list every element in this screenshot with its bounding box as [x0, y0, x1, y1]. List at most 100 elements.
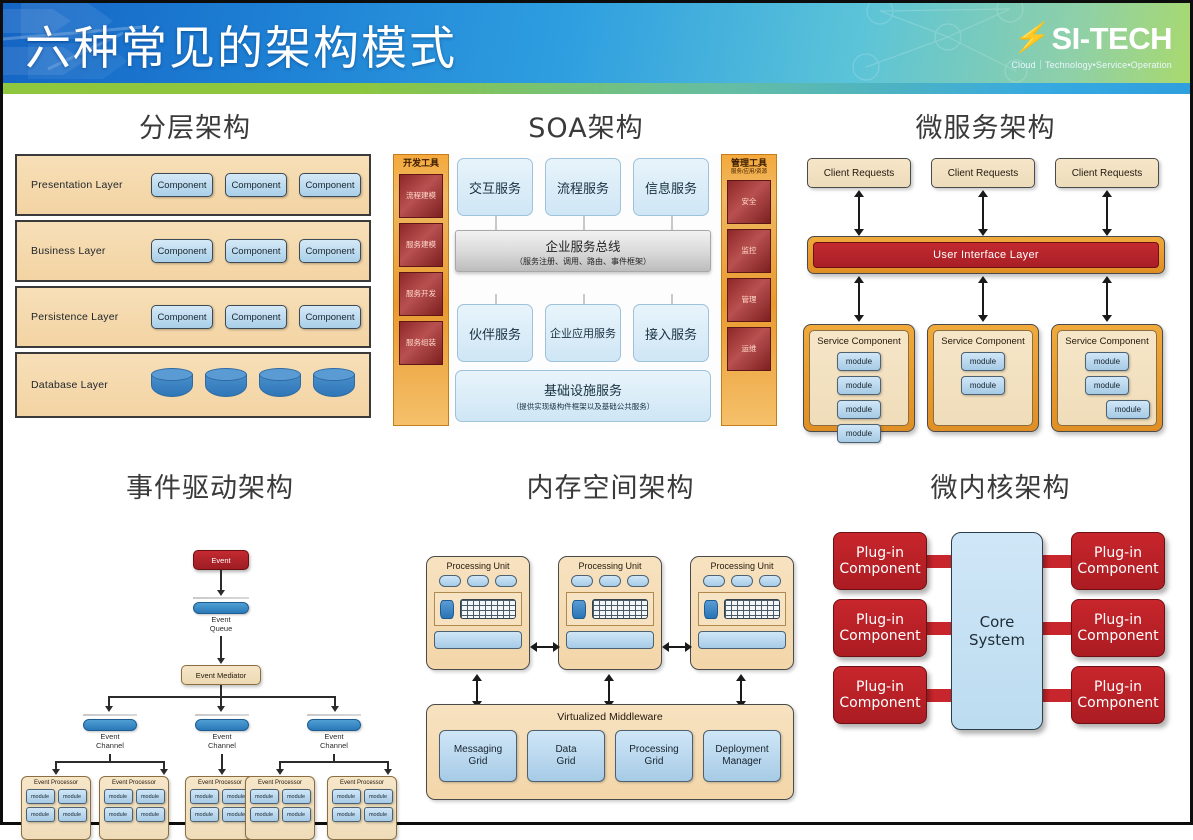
service-component[interactable]: Service Component module module [927, 324, 1039, 432]
module-box[interactable]: module [189, 789, 219, 804]
soa-dev-tool-item[interactable]: 服务组装 [399, 320, 443, 365]
plugin-component[interactable]: Plug-in Component [833, 599, 927, 657]
module-box[interactable]: module [1085, 352, 1129, 371]
soa-mgmt-tool-item[interactable]: 运维 [727, 326, 771, 371]
connector-line [108, 696, 336, 698]
module-box[interactable]: module [281, 789, 311, 804]
soa-dev-tool-item[interactable]: 服务开发 [399, 271, 443, 316]
soa-service-process[interactable]: 流程服务 [545, 158, 621, 216]
module-box[interactable]: module [135, 807, 165, 822]
grid-label-line2: Grid [644, 756, 664, 767]
soa-mgmt-tool-item[interactable]: 安全 [727, 179, 771, 224]
module-box[interactable]: module [103, 789, 133, 804]
processing-unit[interactable]: Processing Unit [558, 556, 662, 670]
module-box[interactable]: module [837, 352, 881, 371]
plugin-component[interactable]: Plug-in Component [1071, 666, 1165, 724]
plugin-component[interactable]: Plug-in Component [1071, 532, 1165, 590]
module-box[interactable]: module [363, 789, 393, 804]
processing-unit[interactable]: Processing Unit [690, 556, 794, 670]
soa-service-enterprise-app[interactable]: 企业应用服务 [545, 304, 621, 362]
plugin-component[interactable]: Plug-in Component [1071, 599, 1165, 657]
event-processor-label: Event Processor [257, 780, 303, 786]
module-box[interactable]: module [249, 807, 279, 822]
module-box[interactable]: module [331, 807, 361, 822]
soa-dev-tool-item[interactable]: 服务建模 [399, 222, 443, 267]
event-box[interactable]: Event [193, 550, 249, 570]
event-processor[interactable]: Event Processor module module module mod… [327, 776, 397, 840]
module-box[interactable]: module [1085, 376, 1129, 395]
grid-box-messaging[interactable]: Messaging Grid [439, 730, 517, 782]
module-box[interactable]: module [837, 424, 881, 443]
soa-service-information[interactable]: 信息服务 [633, 158, 709, 216]
event-queue-bar[interactable] [193, 602, 249, 614]
event-mediator-box[interactable]: Event Mediator [181, 665, 261, 685]
component-box[interactable]: Component [299, 173, 361, 197]
component-box[interactable]: Component [225, 239, 287, 263]
event-processor[interactable]: Event Processor module module module mod… [21, 776, 91, 840]
grid-box-data[interactable]: Data Grid [527, 730, 605, 782]
soa-enterprise-service-bus[interactable]: 企业服务总线 （服务注册、调用、路由、事件框架） [455, 230, 711, 272]
user-interface-layer-label: User Interface Layer [813, 242, 1159, 268]
soa-dev-tool-item[interactable]: 流程建模 [399, 173, 443, 218]
panel-memory-space-architecture: 内存空间架构 Processing Unit Processing Unit P… [418, 466, 803, 811]
client-requests-box[interactable]: Client Requests [807, 158, 911, 188]
component-box[interactable]: Component [151, 305, 213, 329]
event-queue-label: Event Queue [193, 615, 249, 633]
module-box[interactable]: module [961, 376, 1005, 395]
module-box[interactable]: module [961, 352, 1005, 371]
service-component[interactable]: Service Component module module module m… [803, 324, 915, 443]
client-requests-box[interactable]: Client Requests [1055, 158, 1159, 188]
module-box[interactable]: module [135, 789, 165, 804]
esb-subtitle: （服务注册、调用、路由、事件框架） [515, 256, 651, 266]
component-box[interactable]: Component [151, 173, 213, 197]
soa-service-interaction[interactable]: 交互服务 [457, 158, 533, 216]
module-box[interactable]: module [281, 807, 311, 822]
module-box[interactable]: module [249, 789, 279, 804]
processing-unit-label: Processing Unit [710, 561, 774, 571]
virtualized-middleware[interactable]: Virtualized Middleware Messaging Grid Da… [426, 704, 794, 800]
user-interface-layer[interactable]: User Interface Layer [807, 236, 1165, 274]
component-box[interactable]: Component [225, 173, 287, 197]
module-box[interactable]: module [837, 400, 881, 419]
grid-label-line2: Manager [722, 756, 762, 767]
component-box[interactable]: Component [299, 305, 361, 329]
module-box[interactable]: module [331, 789, 361, 804]
component-box[interactable]: Component [299, 239, 361, 263]
event-channel-bar[interactable] [83, 719, 137, 731]
plugin-component[interactable]: Plug-in Component [833, 666, 927, 724]
module-box[interactable]: module [57, 807, 87, 822]
event-processor[interactable]: Event Processor module module module mod… [99, 776, 169, 840]
module-box[interactable]: module [1106, 400, 1150, 419]
component-box[interactable]: Component [151, 239, 213, 263]
component-box[interactable]: Component [225, 305, 287, 329]
event-channel-bar[interactable] [307, 719, 361, 731]
grid-box-processing[interactable]: Processing Grid [615, 730, 693, 782]
module-box[interactable]: module [189, 807, 219, 822]
plugin-component[interactable]: Plug-in Component [833, 532, 927, 590]
soa-service-access[interactable]: 接入服务 [633, 304, 709, 362]
core-system[interactable]: Core System [951, 532, 1043, 730]
soa-infrastructure-services[interactable]: 基础设施服务 （提供实现级构件框架以及基础公共服务） [455, 370, 711, 422]
soa-service-partner[interactable]: 伙伴服务 [457, 304, 533, 362]
label-line2: Queue [209, 623, 233, 633]
plugin-label-line1: Plug-in [856, 678, 904, 695]
connector-arrow [1102, 276, 1112, 322]
processing-unit[interactable]: Processing Unit [426, 556, 530, 670]
module-box[interactable]: module [25, 789, 55, 804]
module-box[interactable]: module [363, 807, 393, 822]
soa-service-label: 交互服务 [468, 181, 521, 197]
client-requests-box[interactable]: Client Requests [931, 158, 1035, 188]
soa-mgmt-tools-header: 管理工具 [730, 158, 767, 168]
module-box[interactable]: module [57, 789, 87, 804]
module-box[interactable]: module [103, 807, 133, 822]
event-processor[interactable]: Event Processor module module module mod… [245, 776, 315, 840]
soa-mgmt-tool-item[interactable]: 监控 [727, 228, 771, 273]
service-component[interactable]: Service Component module module module [1051, 324, 1163, 432]
grid-icon [460, 599, 516, 619]
module-box[interactable]: module [25, 807, 55, 822]
processing-unit-label: Processing Unit [578, 561, 642, 571]
grid-box-deployment-manager[interactable]: Deployment Manager [703, 730, 781, 782]
module-box[interactable]: module [837, 376, 881, 395]
soa-mgmt-tool-item[interactable]: 管理 [727, 277, 771, 322]
event-channel-bar[interactable] [195, 719, 249, 731]
